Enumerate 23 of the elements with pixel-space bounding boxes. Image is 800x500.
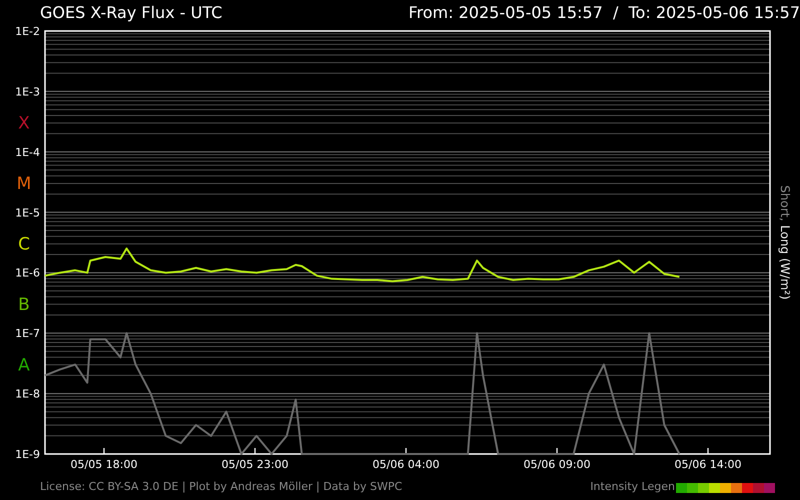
axis-label: 1E-5 [15, 206, 40, 220]
chart-title: GOES X-Ray Flux - UTC [40, 2, 222, 24]
date-range: From: 2025-05-05 15:57 / To: 2025-05-06 15:57 [408, 2, 800, 24]
axis-label: 1E-8 [15, 388, 40, 401]
axis-label: 1E-9 [15, 448, 40, 461]
flare-class-label: C [18, 234, 30, 254]
axis-label: 05/05 23:00 [222, 458, 288, 471]
credits-text: License: CC BY-SA 3.0 DE | Plot by Andreas Möller | Data by SWPC [40, 479, 402, 496]
axis-label: 1E-6 [15, 266, 40, 280]
flare-class-label: M [16, 174, 32, 194]
axis-label: 05/05 18:00 [70, 458, 138, 471]
axis-title: Short, Long (W/m²) [778, 185, 792, 300]
axis-label: 1E-3 [15, 85, 40, 98]
axis-label: 1E-2 [15, 26, 40, 38]
flare-class-label: B [18, 294, 30, 315]
flare-class-label: X [18, 114, 30, 134]
axis-label: 1E-4 [15, 146, 40, 159]
legend-label: Intensity Legen [590, 479, 675, 496]
axis-label: 1E-7 [15, 327, 40, 340]
axis-label: 05/06 09:00 [524, 458, 590, 471]
axis-label: 05/06 04:00 [372, 458, 440, 471]
axis-label: 05/06 14:00 [674, 458, 742, 471]
flare-class-label: A [18, 355, 30, 376]
